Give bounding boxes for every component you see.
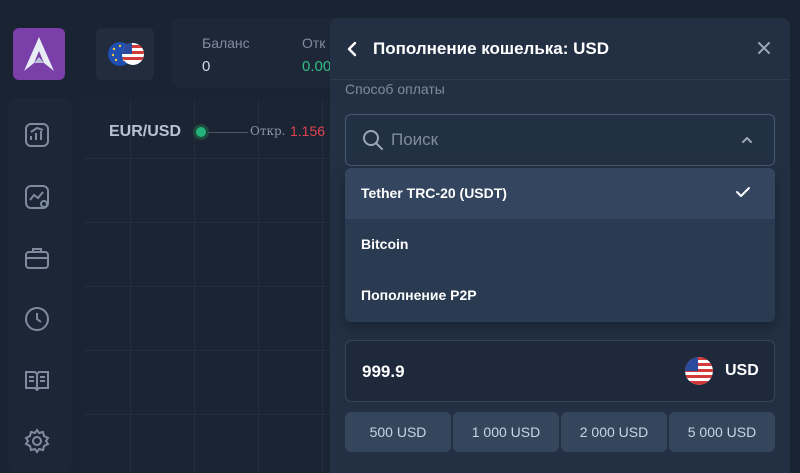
balance-label: Баланс [202, 35, 250, 51]
drawer-header: Пополнение кошелька: USD [330, 18, 790, 80]
back-arrow-icon [347, 41, 357, 57]
preset-button-1000[interactable]: 1 000 USD [453, 412, 559, 452]
open-label: Откр. [250, 124, 286, 138]
pair-divider [208, 132, 248, 133]
search-input[interactable] [391, 127, 721, 153]
chart-area[interactable]: EUR/USD Откр. 1.156 [84, 100, 344, 473]
preset-button-2000[interactable]: 2 000 USD [561, 412, 667, 452]
amount-field[interactable]: 999.9 USD [345, 340, 775, 402]
pair-label[interactable]: EUR/USD [109, 123, 181, 141]
book-icon[interactable] [22, 365, 52, 395]
amount-currency: USD [725, 362, 759, 379]
dropdown-toggle[interactable] [738, 131, 756, 149]
search-icon [363, 130, 383, 150]
balance-value: 0 [202, 58, 211, 75]
status-dot [196, 127, 206, 137]
drawer-title: Пополнение кошелька: USD [373, 39, 610, 58]
amount-value[interactable]: 999.9 [362, 362, 405, 382]
gear-icon[interactable] [22, 426, 52, 456]
chart-up-icon[interactable] [22, 120, 52, 150]
close-icon [758, 42, 770, 54]
app-logo-icon[interactable] [13, 28, 65, 80]
back-button[interactable] [342, 38, 362, 60]
method-search[interactable] [345, 114, 775, 166]
method-option-label: Bitcoin [361, 236, 409, 252]
clock-icon[interactable] [22, 304, 52, 334]
amount-presets: 500 USD 1 000 USD 2 000 USD 5 000 USD [345, 412, 775, 452]
method-option-bitcoin[interactable]: Bitcoin [345, 219, 775, 270]
method-dropdown: Tether TRC-20 (USDT) Bitcoin Пополнение … [345, 168, 775, 322]
sidebar [0, 0, 84, 473]
otk-value: 0.00 [302, 58, 332, 75]
method-option-label: Tether TRC-20 (USDT) [361, 185, 507, 201]
close-button[interactable] [752, 36, 776, 60]
eu-us-flag-icon [108, 42, 144, 66]
currency-switcher[interactable] [96, 28, 154, 80]
method-option-p2p[interactable]: Пополнение P2P [345, 270, 775, 321]
open-value: 1.156 [290, 123, 326, 139]
chevron-up-icon [742, 137, 752, 143]
method-option-usdt[interactable]: Tether TRC-20 (USDT) [345, 168, 775, 219]
deposit-drawer: Пополнение кошелька: USD Способ оплаты T… [330, 18, 790, 473]
briefcase-icon[interactable] [22, 243, 52, 273]
chart-star-icon[interactable] [22, 182, 52, 212]
preset-button-5000[interactable]: 5 000 USD [669, 412, 775, 452]
check-icon [736, 187, 750, 197]
payment-method-label: Способ оплаты [345, 84, 445, 97]
otk-label: Отк [302, 35, 326, 51]
us-flag-icon [685, 357, 713, 385]
method-option-label: Пополнение P2P [361, 287, 477, 303]
sidebar-nav [8, 98, 72, 473]
preset-button-500[interactable]: 500 USD [345, 412, 451, 452]
